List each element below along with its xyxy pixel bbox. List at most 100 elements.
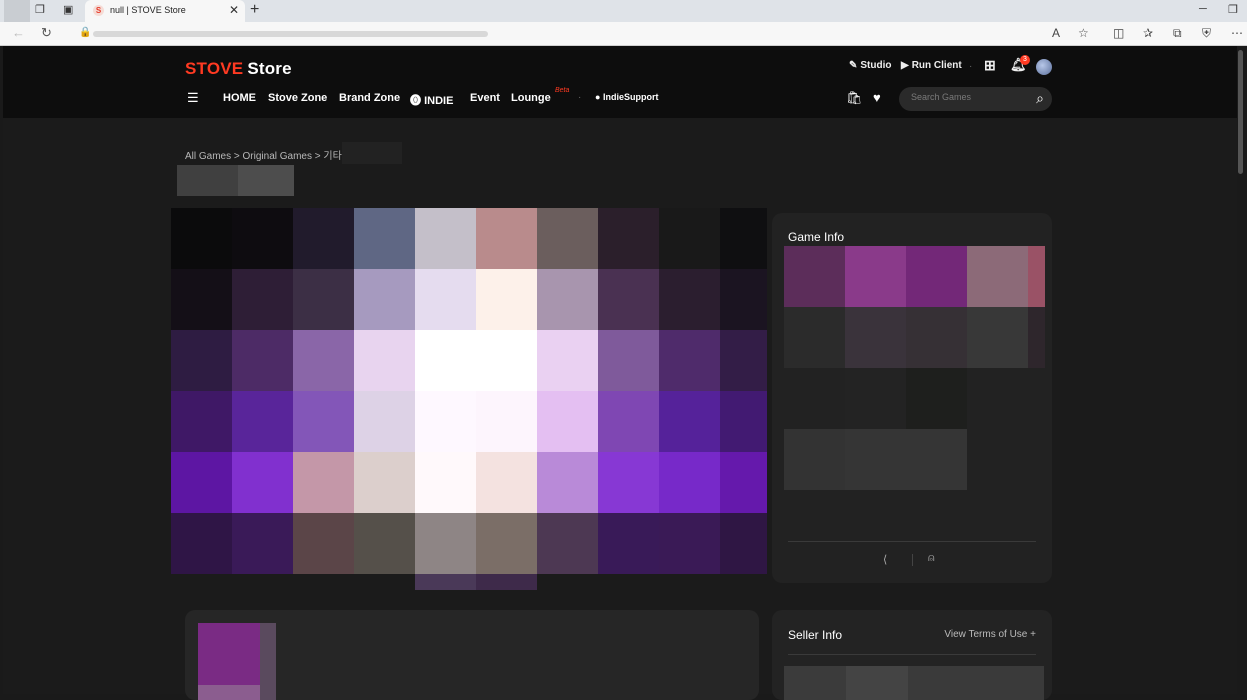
hero-mosaic-cell (598, 330, 660, 392)
search-input[interactable] (911, 92, 1021, 102)
nav-home[interactable]: HOME (223, 92, 256, 104)
game-info-redacted (845, 368, 906, 429)
hero-mosaic-cell (476, 269, 538, 331)
split-screen-icon[interactable]: ◫ (1113, 26, 1124, 40)
nav-lounge[interactable]: Lounge (511, 92, 551, 104)
hero-mosaic-cell (415, 391, 477, 453)
restore-button[interactable]: ❐ (1228, 3, 1238, 16)
seller-info-title: Seller Info (788, 628, 843, 642)
breadcrumb[interactable]: All Games > Original Games > 기타 > (185, 147, 350, 162)
favorite-star-icon[interactable]: ☆ (1078, 26, 1089, 40)
hero-mosaic-cell (537, 452, 599, 514)
extensions-icon[interactable]: ⛨ (1202, 26, 1211, 41)
hero-mosaic-cell (720, 208, 767, 270)
thumbnail-redacted (260, 623, 276, 700)
indie-support-link[interactable]: ● IndieSupport (595, 92, 658, 102)
scrollbar-thumb[interactable] (1238, 50, 1243, 174)
tab-actions-button[interactable] (4, 0, 30, 22)
cart-icon[interactable]: 🛍︎ (846, 90, 863, 106)
stove-store-logo[interactable]: STOVE Store (185, 59, 292, 79)
hero-mosaic-cell (171, 452, 233, 514)
address-bar: ← ↻ 🔒 A ☆ ◫ ✰ ⧉ ⛨ ⋯ (0, 22, 1247, 46)
hero-mosaic-cell (476, 208, 538, 270)
tag-redacted (238, 165, 294, 196)
game-hero-image[interactable] (171, 208, 767, 574)
hero-mosaic-cell (720, 452, 767, 514)
thumbnail-redacted (198, 685, 260, 700)
game-info-redacted (784, 429, 845, 490)
hero-mosaic-cell (720, 269, 767, 331)
nav-stove-zone[interactable]: Stove Zone (268, 92, 327, 104)
game-info-redacted (784, 368, 845, 429)
hero-mosaic-cell (659, 330, 721, 392)
back-icon[interactable]: ← (12, 25, 25, 40)
close-tab-icon[interactable]: ✕ (229, 3, 239, 17)
thumbnail-redacted (198, 623, 260, 685)
wishlist-heart-icon[interactable]: ♥ (873, 90, 881, 105)
hero-mosaic-cell (598, 513, 660, 574)
hero-mosaic-cell (720, 391, 767, 453)
hero-mosaic-cell (293, 513, 355, 574)
tab-title: null | STOVE Store (110, 5, 186, 15)
hero-mosaic-cell (476, 452, 538, 514)
hero-mosaic-cell (293, 391, 355, 453)
hero-mosaic-cell (232, 330, 294, 392)
view-terms-link[interactable]: View Terms of Use + (944, 629, 1036, 640)
user-avatar[interactable] (1036, 59, 1052, 75)
hamburger-menu-icon[interactable]: ☰ (187, 90, 199, 106)
hero-mosaic-cell (354, 208, 416, 270)
pen-icon: ✎ (849, 60, 858, 71)
hero-mosaic-cell (293, 269, 355, 331)
game-info-title: Game Info (788, 230, 845, 244)
favorites-icon[interactable]: ✰ (1143, 26, 1153, 40)
hero-mosaic-cell (720, 330, 767, 392)
game-info-redacted (784, 246, 845, 307)
hero-mosaic-cell (354, 452, 416, 514)
hero-mosaic-cell (598, 208, 660, 270)
refresh-icon[interactable]: ↻ (41, 25, 52, 41)
game-info-redacted (967, 246, 1028, 307)
seller-detail-redacted (846, 666, 908, 700)
indie-support-label: IndieSupport (602, 92, 659, 102)
minimize-button[interactable]: ─ (1199, 3, 1207, 15)
browser-tab[interactable]: S null | STOVE Store ✕ (85, 0, 245, 22)
search-box: ⌕ (899, 87, 1052, 111)
workspaces-icon[interactable]: ❐ (35, 3, 45, 16)
notification-count-badge: 3 (1020, 55, 1030, 65)
studio-link[interactable]: ✎ Studio (849, 60, 892, 71)
hero-mosaic-cell (659, 208, 721, 270)
share-icon[interactable]: ⟨ (883, 553, 887, 566)
game-info-redacted (967, 307, 1028, 368)
nav-indie-label: INDIE (424, 95, 454, 107)
run-client-button[interactable]: ▶ Run Client (901, 60, 962, 71)
search-icon[interactable]: ⌕ (1036, 90, 1044, 107)
page-scrollbar[interactable] (1237, 46, 1244, 694)
game-info-redacted (845, 307, 906, 368)
collections-icon[interactable]: ⧉ (1173, 26, 1182, 41)
hero-mosaic-cell (659, 391, 721, 453)
apps-grid-icon[interactable]: ⊞ (984, 57, 996, 74)
hero-mosaic-cell (659, 452, 721, 514)
url-field[interactable]: 🔒 (75, 26, 495, 42)
game-info-redacted (906, 246, 967, 307)
plus-icon: + (1030, 629, 1036, 640)
nav-event[interactable]: Event (470, 92, 500, 104)
vertical-tabs-icon[interactable]: ▣ (63, 3, 73, 16)
game-info-redacted (906, 368, 967, 429)
report-siren-icon[interactable]: ⍝ (928, 552, 935, 565)
hero-mosaic-cell (537, 330, 599, 392)
seller-detail-redacted (908, 666, 1044, 700)
studio-label: Studio (860, 60, 892, 71)
nav-indie[interactable]: ⓿ INDIE (410, 92, 453, 108)
read-aloud-icon[interactable]: A (1052, 26, 1060, 40)
more-menu-icon[interactable]: ⋯ (1231, 26, 1243, 40)
hero-mosaic-cell (476, 330, 538, 392)
game-info-redacted (1028, 368, 1045, 429)
tag-redacted (177, 165, 238, 196)
user-circle-icon: ● (595, 92, 601, 102)
nav-brand-zone[interactable]: Brand Zone (339, 92, 400, 104)
favicon-icon: S (93, 5, 104, 16)
new-tab-button[interactable]: + (250, 1, 259, 19)
hero-mosaic-cell (598, 452, 660, 514)
hero-mosaic-cell (232, 452, 294, 514)
